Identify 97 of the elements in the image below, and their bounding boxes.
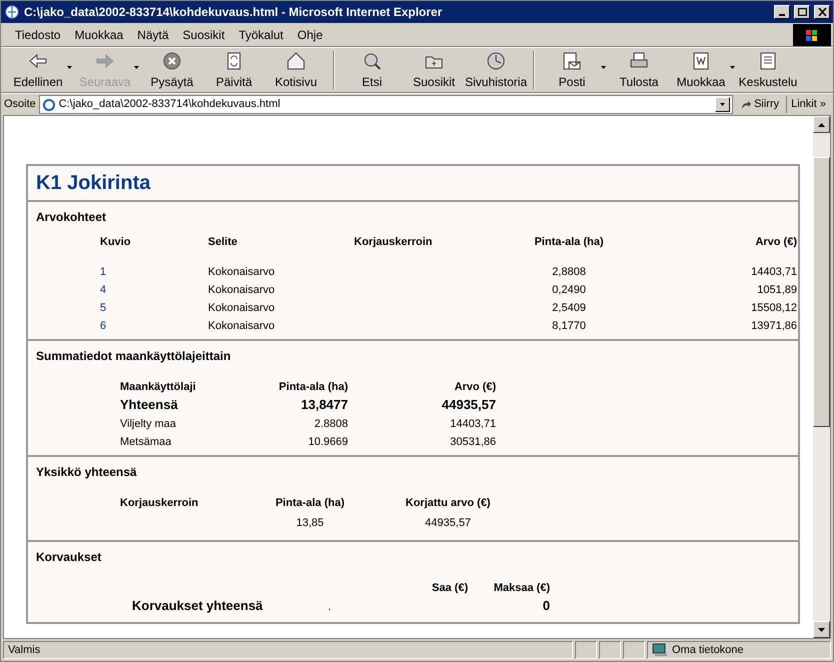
toolbar-button[interactable]: Päivitä bbox=[203, 49, 265, 91]
menu-item[interactable]: Muokkaa bbox=[74, 26, 124, 44]
curved-arrow-icon bbox=[740, 98, 752, 110]
menu-item[interactable]: Suosikit bbox=[182, 26, 225, 44]
menu-item[interactable]: Tiedosto bbox=[15, 26, 61, 44]
house-icon bbox=[285, 50, 307, 72]
table-cell-text: 14403,71 bbox=[750, 264, 797, 280]
window-title: C:\jako_data\2002-833714\kohdekuvaus.html - Microsoft Internet Explorer bbox=[24, 4, 444, 21]
section-heading: Yksikkö yhteensä bbox=[36, 464, 138, 481]
status-pane bbox=[599, 641, 621, 659]
column-header: Korjauskerroin bbox=[120, 496, 200, 511]
table-cell-text: Kokonaisarvo bbox=[208, 264, 276, 280]
toolbar-button[interactable]: Muokkaa bbox=[670, 49, 732, 91]
table-cell-text: 44935,57 bbox=[424, 516, 472, 530]
column-header: Arvo (€) bbox=[754, 235, 797, 250]
caret-icon bbox=[601, 66, 606, 69]
pattern-link[interactable]: 4 bbox=[100, 280, 208, 298]
table-cell-text: 8,1770 bbox=[551, 318, 587, 334]
computer-icon bbox=[652, 643, 668, 657]
pattern-link[interactable]: 1 bbox=[100, 262, 208, 280]
page-heading: K1 Jokirinta bbox=[36, 171, 152, 196]
total-label: Korvaukset yhteensä bbox=[132, 597, 264, 615]
caret-icon bbox=[67, 66, 72, 69]
toolbar-button[interactable]: Sivuhistoria bbox=[465, 49, 527, 91]
section-heading: Korvaukset bbox=[36, 548, 102, 566]
close-icon bbox=[818, 8, 826, 16]
column-header: Kuvio bbox=[100, 235, 132, 250]
clock-icon bbox=[485, 50, 507, 72]
table-cell-text: 0,2490 bbox=[551, 282, 587, 298]
table-cell-text: 10.9669 bbox=[307, 435, 348, 450]
table-cell-text: 2,5409 bbox=[551, 300, 587, 316]
column-header: Pinta-ala (ha) bbox=[533, 235, 605, 250]
table-cell-text: Metsämaa bbox=[120, 435, 172, 450]
menu-item[interactable]: Ohje bbox=[297, 26, 323, 44]
toolbar-button[interactable]: Posti bbox=[541, 49, 603, 91]
table-cell-text: 1051,89 bbox=[756, 282, 797, 298]
status-pane bbox=[623, 641, 645, 659]
table-cell-text: 13971,86 bbox=[750, 318, 797, 334]
table-cell-text: 0 bbox=[542, 597, 550, 615]
table-cell-text: 2.8808 bbox=[313, 417, 348, 432]
table-cell-text: 44935,57 bbox=[440, 396, 496, 414]
column-header: Pinta-ala (ha) bbox=[278, 380, 348, 394]
down-arrow-icon[interactable] bbox=[818, 628, 825, 632]
status-pane bbox=[575, 641, 597, 659]
address-label: Osoite bbox=[4, 97, 36, 112]
table-cell-text: 15508,12 bbox=[750, 300, 797, 316]
scrollbar[interactable] bbox=[813, 116, 830, 638]
maximize-button[interactable] bbox=[794, 5, 810, 19]
table-cell-text: Kokonaisarvo bbox=[208, 318, 276, 334]
section-heading: Summatiedot maankäyttölajeittain bbox=[36, 348, 232, 364]
up-arrow-icon[interactable] bbox=[818, 122, 825, 126]
menu-item[interactable]: Työkalut bbox=[238, 26, 284, 44]
caret-icon bbox=[134, 66, 139, 69]
table-cell-text: 13,85 bbox=[295, 516, 325, 530]
maximize-icon bbox=[798, 8, 806, 16]
toolbar-button[interactable]: Pysäytä bbox=[141, 49, 203, 91]
toolbar-button[interactable]: Suosikit bbox=[403, 49, 465, 91]
table-cell-text: 13,8477 bbox=[300, 396, 348, 414]
column-header: Pinta-ala (ha) bbox=[274, 496, 346, 511]
section-heading: Arvokohteet bbox=[36, 209, 108, 226]
column-header: Selite bbox=[208, 235, 238, 250]
stop-icon bbox=[161, 50, 183, 72]
globe-icon bbox=[4, 4, 20, 20]
toolbar-button[interactable]: Etsi bbox=[341, 49, 403, 91]
table-cell-text: 2,8808 bbox=[551, 264, 587, 280]
links-button[interactable]: Linkit » bbox=[786, 96, 830, 113]
column-header: Arvo (€) bbox=[453, 380, 496, 394]
toolbar-button[interactable]: Kotisivu bbox=[265, 49, 327, 91]
go-button[interactable]: Siirry bbox=[736, 96, 784, 113]
toolbar-button[interactable]: Tulosta bbox=[608, 49, 670, 91]
table-cell-text: 30531,86 bbox=[449, 435, 496, 450]
zone-text: Oma tietokone bbox=[672, 642, 744, 658]
table-cell-text: . bbox=[327, 600, 332, 615]
toolbar-button[interactable]: Edellinen bbox=[7, 49, 69, 91]
caret-icon bbox=[730, 66, 735, 69]
minimize-button[interactable] bbox=[774, 5, 790, 19]
page-icon bbox=[42, 98, 56, 112]
windows-logo-icon bbox=[793, 24, 831, 46]
column-header: Saa (€) bbox=[430, 580, 468, 596]
menu-item[interactable]: Näytä bbox=[137, 26, 169, 44]
table-cell-text: Kokonaisarvo bbox=[208, 282, 276, 298]
column-header: Korjauskerroin bbox=[354, 235, 434, 250]
address-field[interactable]: C:\jako_data\2002-833714\kohdekuvaus.html bbox=[38, 95, 734, 114]
pattern-link[interactable]: 6 bbox=[100, 316, 208, 334]
table-cell-text: Viljelty maa bbox=[120, 417, 178, 432]
table-cell-text: Kokonaisarvo bbox=[208, 300, 276, 316]
table-cell-text: 14403,71 bbox=[449, 417, 496, 432]
envelope-icon bbox=[561, 50, 583, 72]
toolbar-button[interactable]: Keskustelu bbox=[737, 49, 799, 91]
pattern-link[interactable]: 5 bbox=[100, 298, 208, 316]
table-cell-text: Yhteensä bbox=[120, 396, 179, 414]
column-header: Korjattu arvo (€) bbox=[404, 496, 492, 511]
caret-icon bbox=[720, 103, 726, 106]
status-text: Valmis bbox=[3, 641, 573, 659]
column-header: Maksaa (€) bbox=[492, 580, 550, 596]
column-header: Maankäyttölaji bbox=[120, 380, 197, 394]
close-button[interactable] bbox=[814, 5, 830, 19]
